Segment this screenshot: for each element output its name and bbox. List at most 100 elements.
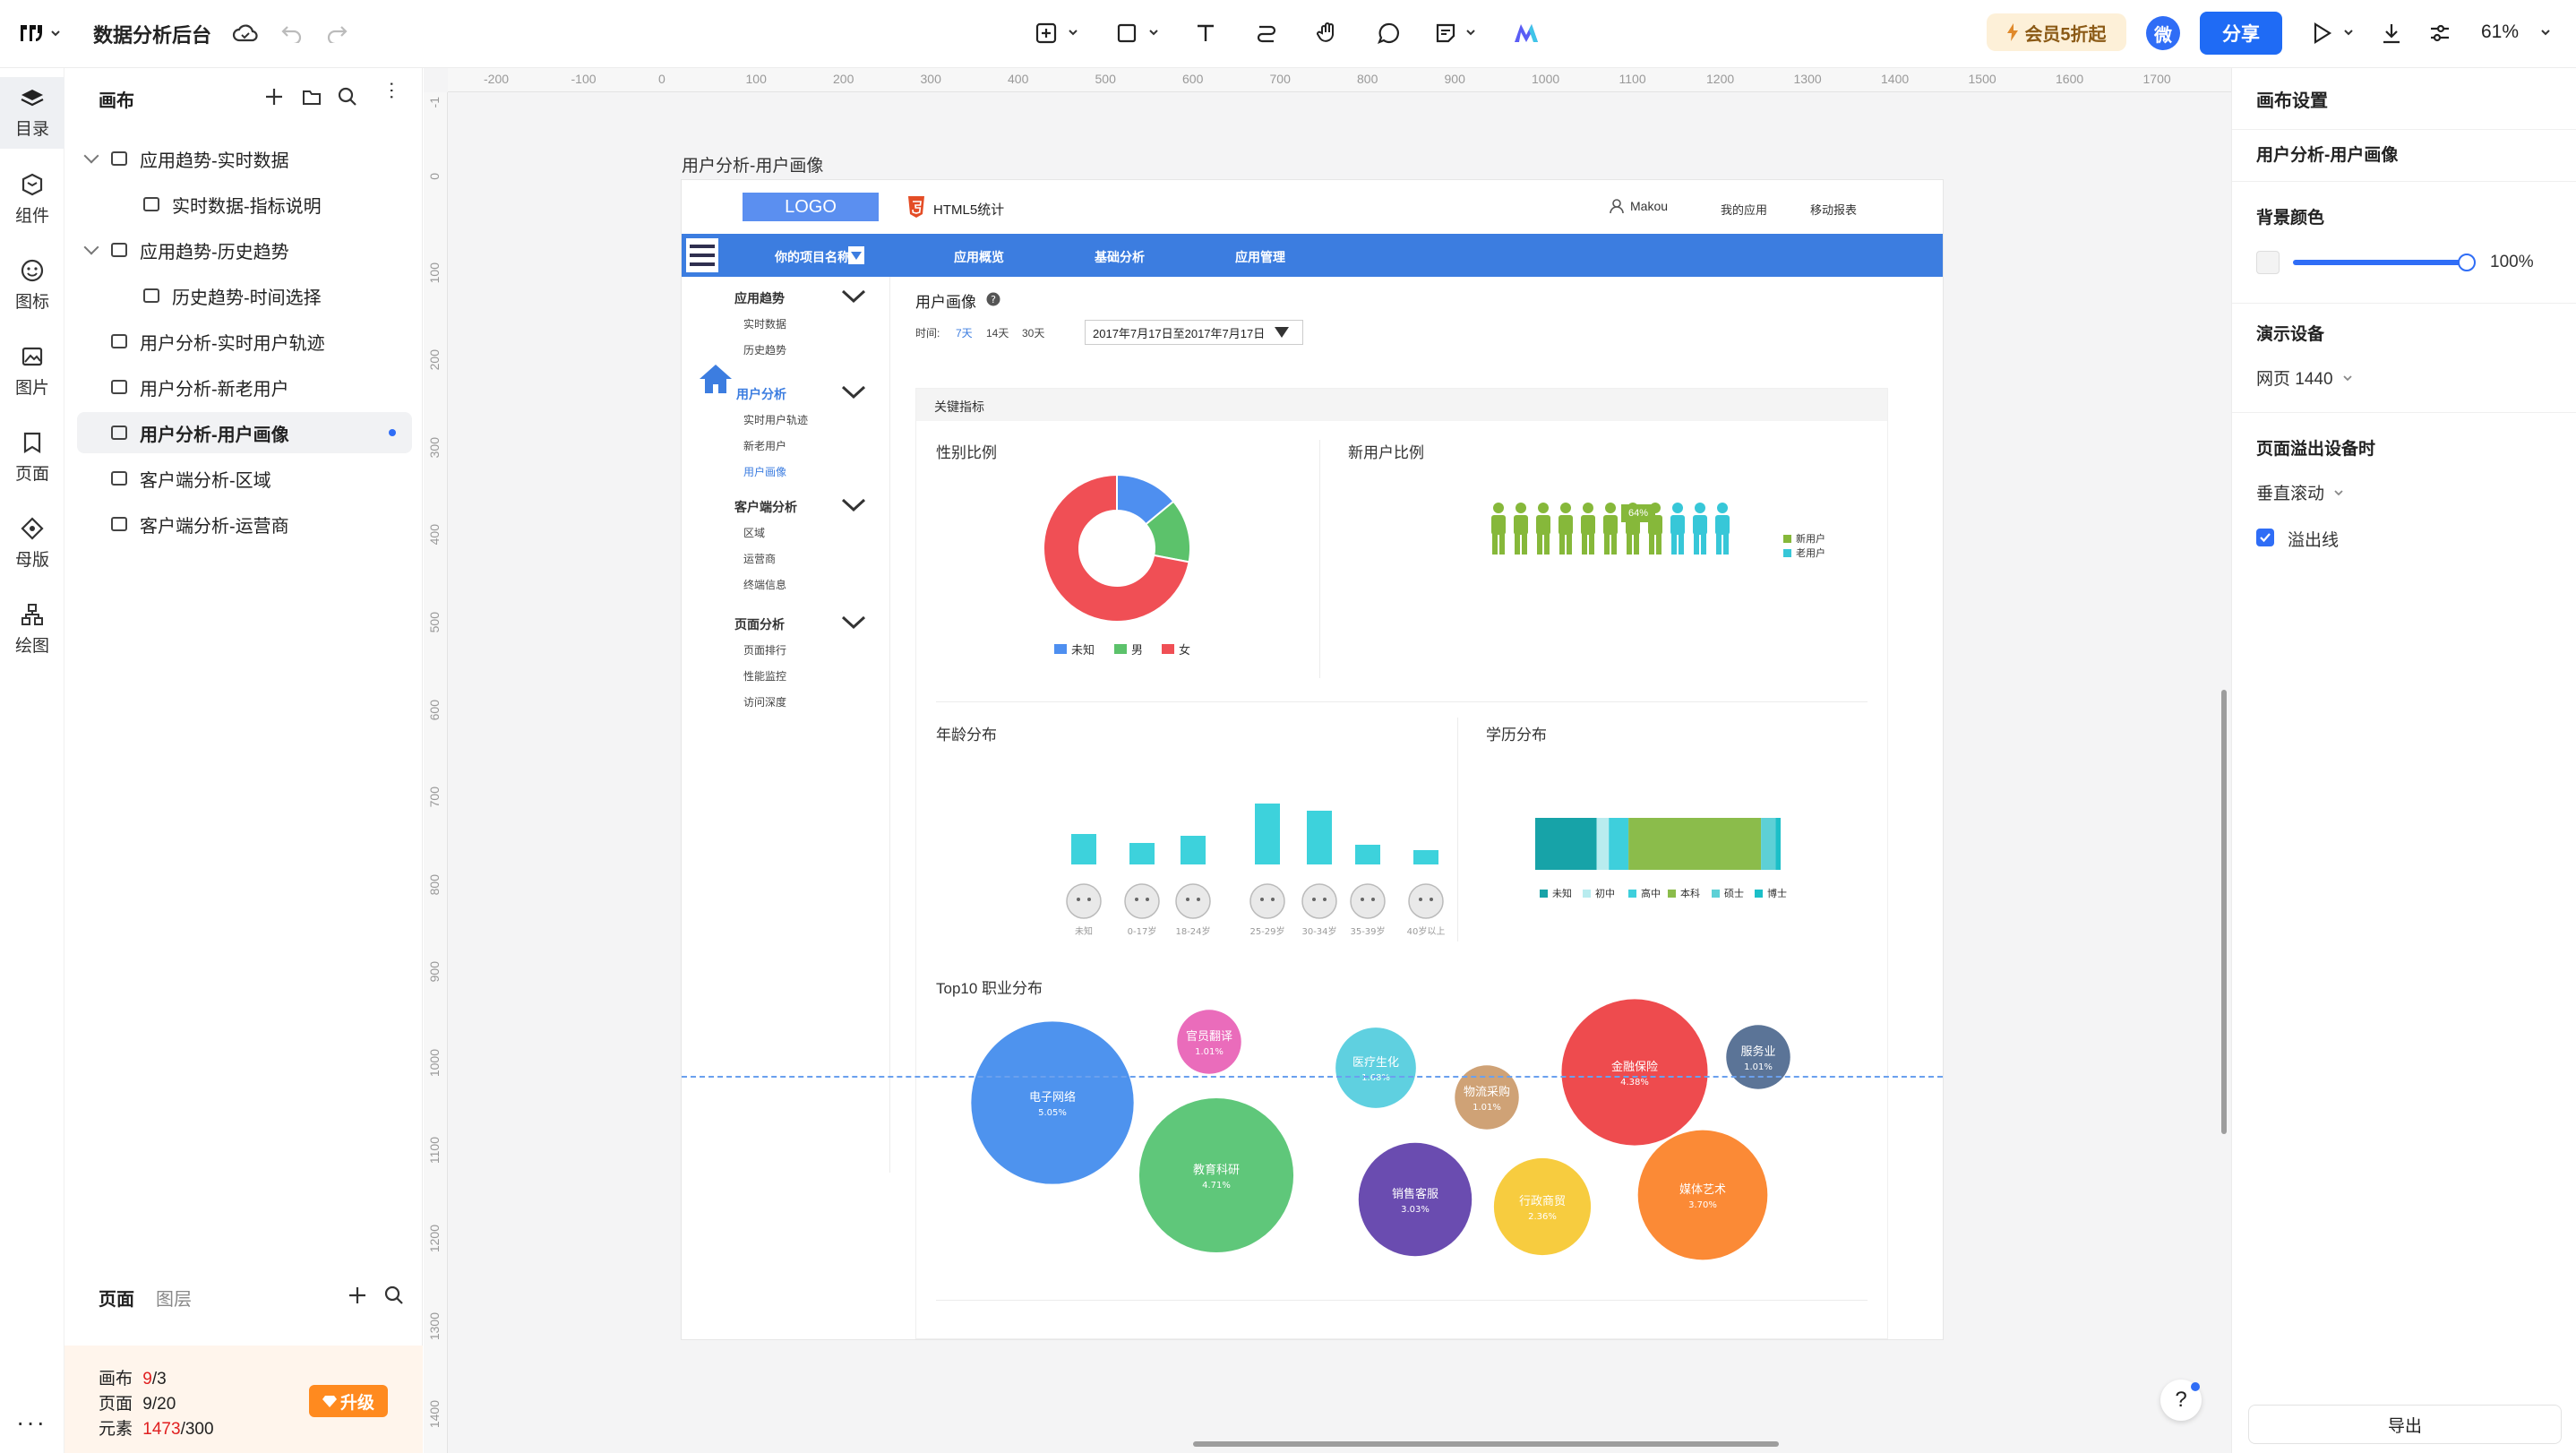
- more-icon[interactable]: ···: [16, 1408, 47, 1437]
- overflow-line-checkbox[interactable]: [2256, 529, 2274, 546]
- comment-icon[interactable]: [1372, 17, 1404, 49]
- undo-icon[interactable]: [276, 17, 308, 49]
- chevron-down-icon[interactable]: [841, 615, 866, 631]
- tree-item[interactable]: 用户分析-新老用户: [77, 366, 412, 408]
- chevron-down-icon[interactable]: [841, 384, 866, 400]
- tab-pages[interactable]: 页面: [99, 1285, 134, 1311]
- tree-item-label: 用户分析-用户画像: [140, 425, 289, 445]
- rail-item-drawing[interactable]: 绘图: [0, 593, 64, 665]
- chevron-down-icon[interactable]: [2540, 28, 2551, 37]
- chevron-down-icon[interactable]: [1465, 28, 1476, 37]
- chevron-down-icon[interactable]: [2343, 28, 2354, 37]
- edu-segment-1: [1596, 818, 1610, 870]
- age-bar-3: [1255, 804, 1280, 864]
- tree-item[interactable]: 用户分析-实时用户轨迹: [77, 321, 412, 362]
- search-icon[interactable]: [337, 86, 358, 107]
- vip-promo-button[interactable]: 会员5折起: [1987, 13, 2126, 51]
- rail-item-masters[interactable]: 母版: [0, 507, 64, 579]
- sidebar-group-heading[interactable]: 页面分析: [734, 615, 785, 633]
- sidebar-link[interactable]: 实时数据: [743, 316, 786, 331]
- rectangle-icon[interactable]: [1111, 17, 1143, 49]
- bg-color-swatch[interactable]: [2256, 251, 2280, 274]
- download-icon[interactable]: [2375, 17, 2408, 49]
- connector-icon[interactable]: [1250, 17, 1283, 49]
- export-button[interactable]: 导出: [2248, 1405, 2562, 1444]
- bg-opacity-handle[interactable]: [2458, 254, 2476, 271]
- tree-item[interactable]: 实时数据-指标说明: [77, 184, 412, 225]
- settings-sliders-icon[interactable]: [2424, 17, 2456, 49]
- chevron-down-icon[interactable]: [83, 239, 99, 255]
- chevron-down-icon[interactable]: [841, 288, 866, 305]
- legend-swatch: [1755, 889, 1763, 898]
- sidebar-link[interactable]: 历史趋势: [743, 342, 786, 357]
- rail-item-images[interactable]: 图片: [0, 335, 64, 407]
- rail-item-pages[interactable]: 页面: [0, 421, 64, 493]
- note-icon[interactable]: [1430, 17, 1462, 49]
- legend-swatch: [1540, 889, 1548, 898]
- insert-icon[interactable]: [1030, 17, 1062, 49]
- tree-item[interactable]: 用户分析-用户画像: [77, 412, 412, 453]
- age-face-eye: [1361, 898, 1364, 901]
- add-icon[interactable]: [263, 86, 285, 107]
- legend-label: 未知: [1071, 643, 1095, 657]
- ai-logo-icon[interactable]: [1510, 17, 1542, 49]
- rail-label: 组件: [14, 206, 49, 226]
- sidebar-group-heading[interactable]: 应用趋势: [734, 289, 785, 307]
- upgrade-button[interactable]: 升级: [309, 1385, 388, 1417]
- lightning-icon: [2007, 23, 2019, 41]
- legend-swatch: [1783, 548, 1791, 557]
- artboard-frame[interactable]: LOGO HTML5统计 Makou 我的应用 移动报表 你的项目名称 应用概览…: [682, 180, 1943, 1339]
- device-select[interactable]: 网页 1440: [2256, 365, 2353, 390]
- zoom-level[interactable]: 61%: [2481, 21, 2519, 43]
- sidebar-group-heading[interactable]: 客户端分析: [734, 498, 797, 516]
- text-icon[interactable]: [1189, 17, 1222, 49]
- canvas-scrollbar-horizontal[interactable]: [1193, 1441, 1779, 1447]
- chevron-down-icon[interactable]: [841, 497, 866, 513]
- age-label-2: 18-24岁: [1175, 925, 1210, 937]
- app-title[interactable]: 数据分析后台: [93, 20, 211, 48]
- rail-item-directory[interactable]: 目录: [0, 77, 64, 149]
- sidebar-link[interactable]: 终端信息: [743, 577, 786, 592]
- overflow-value: 垂直滚动: [2256, 485, 2325, 503]
- chevron-down-icon[interactable]: [1068, 28, 1078, 37]
- more-options-icon[interactable]: ···: [382, 81, 404, 100]
- tree-item[interactable]: 客户端分析-运营商: [77, 503, 412, 545]
- hand-icon[interactable]: [1311, 17, 1344, 49]
- bg-opacity-value[interactable]: 100%: [2490, 253, 2534, 272]
- redo-icon[interactable]: [321, 17, 353, 49]
- play-icon[interactable]: [2306, 17, 2338, 49]
- tree-item[interactable]: 客户端分析-区域: [77, 458, 412, 499]
- chevron-down-icon[interactable]: [1148, 28, 1159, 37]
- app-logo-icon[interactable]: [18, 20, 64, 47]
- add-page-icon[interactable]: [347, 1285, 368, 1306]
- folder-icon[interactable]: [301, 86, 322, 107]
- bg-opacity-slider[interactable]: [2293, 260, 2467, 265]
- sidebar-link[interactable]: 运营商: [743, 551, 776, 566]
- artboard-label[interactable]: 用户分析-用户画像: [682, 152, 823, 176]
- avatar[interactable]: 微: [2146, 16, 2180, 50]
- edu-segment-2: [1609, 818, 1629, 870]
- quota-value: 9/20: [142, 1395, 176, 1414]
- sidebar-link[interactable]: 新老用户: [743, 438, 786, 453]
- sidebar-link[interactable]: 实时用户轨迹: [743, 412, 808, 427]
- tree-item[interactable]: 历史趋势-时间选择: [77, 275, 412, 316]
- tree-item[interactable]: 应用趋势-实时数据: [77, 138, 412, 179]
- person-figure-10: [1715, 503, 1730, 555]
- rail-item-components[interactable]: 组件: [0, 163, 64, 235]
- sidebar-link[interactable]: 用户画像: [743, 464, 786, 479]
- canvas-scrollbar-vertical[interactable]: [2221, 690, 2227, 1134]
- search-page-icon[interactable]: [383, 1285, 405, 1306]
- sidebar-link[interactable]: 性能监控: [743, 668, 786, 684]
- sidebar-link[interactable]: 访问深度: [743, 694, 786, 709]
- overflow-select[interactable]: 垂直滚动: [2256, 480, 2344, 504]
- rail-label: 图片: [14, 378, 49, 398]
- tree-item[interactable]: 应用趋势-历史趋势: [77, 229, 412, 271]
- chevron-down-icon[interactable]: [83, 148, 99, 164]
- sidebar-group-heading[interactable]: 用户分析: [736, 385, 786, 403]
- sidebar-link[interactable]: 页面排行: [743, 642, 786, 658]
- share-button[interactable]: 分享: [2200, 12, 2282, 55]
- tab-layers[interactable]: 图层: [156, 1285, 192, 1311]
- sidebar-link[interactable]: 区域: [743, 525, 765, 540]
- cloud-sync-icon[interactable]: [229, 17, 262, 49]
- rail-item-icons[interactable]: 图标: [0, 249, 64, 321]
